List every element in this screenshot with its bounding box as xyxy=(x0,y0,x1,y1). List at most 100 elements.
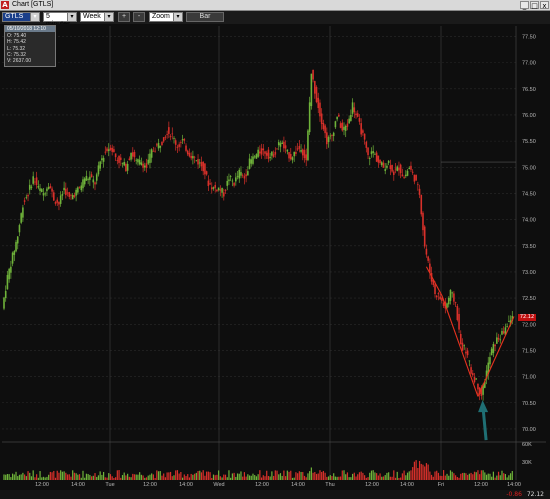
candle-body xyxy=(61,194,64,196)
volume-bar xyxy=(269,476,271,480)
volume-bar xyxy=(221,477,223,480)
volume-tick-label: 30K xyxy=(522,460,532,466)
volume-bar xyxy=(80,477,82,480)
candle-body xyxy=(77,187,79,193)
candle-body xyxy=(308,102,311,133)
volume-bar xyxy=(42,476,45,480)
chevron-down-icon[interactable]: ▾ xyxy=(30,13,39,21)
volume-bar xyxy=(297,473,299,480)
zoom-in-button[interactable]: + xyxy=(118,12,130,22)
volume-bar xyxy=(384,475,386,480)
volume-bar xyxy=(257,474,259,480)
volume-bar xyxy=(456,477,458,480)
candle-body xyxy=(338,114,340,117)
candle-body xyxy=(264,151,266,154)
candle-body xyxy=(119,157,122,161)
candle-body xyxy=(30,186,33,188)
range-select[interactable]: Week ▾ xyxy=(80,12,114,22)
volume-bar xyxy=(276,470,278,480)
volume-bar xyxy=(309,471,311,480)
volume-bar xyxy=(133,474,136,480)
candle-body xyxy=(87,178,89,180)
volume-bar xyxy=(30,476,33,480)
volume-bar xyxy=(482,470,484,480)
candle-body xyxy=(18,225,21,233)
candle-body xyxy=(219,189,222,191)
volume-bar xyxy=(374,472,376,480)
volume-bar xyxy=(467,474,469,480)
candle-body xyxy=(267,149,270,159)
candle-body xyxy=(106,148,108,152)
minimize-button[interactable]: _ xyxy=(520,1,529,10)
chevron-down-icon[interactable]: ▾ xyxy=(173,13,182,21)
volume-bar xyxy=(89,474,91,480)
volume-bar xyxy=(346,472,349,480)
candle-body xyxy=(6,274,9,290)
volume-bar xyxy=(127,473,129,480)
volume-bar xyxy=(331,476,333,480)
volume-bar xyxy=(101,474,103,480)
candle-body xyxy=(27,195,29,197)
volume-bar xyxy=(314,472,316,480)
volume-bar xyxy=(394,477,397,480)
candle-body xyxy=(35,177,38,186)
candle-body xyxy=(174,140,177,145)
interval-select[interactable]: 5 minutes ▾ xyxy=(43,12,77,28)
candle-body xyxy=(104,151,107,153)
zoom-select[interactable]: Zoom ▾ xyxy=(149,12,183,22)
volume-bar xyxy=(310,467,312,480)
ohlc-info-box: 05/10/2018 12:10 O: 75.40 H: 75.42 L: 75… xyxy=(4,25,56,67)
candle-body xyxy=(82,179,84,189)
candle-body xyxy=(405,174,407,177)
candle-body xyxy=(401,174,404,177)
volume-bar xyxy=(442,470,445,480)
volume-bar xyxy=(5,474,7,480)
volume-bar xyxy=(267,476,270,480)
y-tick-label: 75.00 xyxy=(522,165,536,171)
zoom-out-button[interactable]: - xyxy=(133,12,145,22)
candle-body xyxy=(238,169,241,179)
candle-body xyxy=(44,193,47,195)
candle-body xyxy=(83,178,86,185)
candle-body xyxy=(171,133,174,135)
candle-body xyxy=(131,152,134,157)
volume-bar xyxy=(334,476,337,480)
candle-body xyxy=(389,165,392,170)
y-tick-label: 74.50 xyxy=(522,191,536,197)
chevron-down-icon[interactable]: ▾ xyxy=(67,13,76,21)
candle-body xyxy=(231,180,234,182)
close-button[interactable]: x xyxy=(540,1,549,10)
candle-body xyxy=(250,159,253,164)
candle-body xyxy=(236,175,239,177)
volume-bar xyxy=(473,471,476,480)
volume-bar xyxy=(255,476,258,480)
y-tick-label: 71.50 xyxy=(522,348,536,354)
symbol-input[interactable]: GTLS ▾ xyxy=(2,12,40,22)
volume-bar xyxy=(266,470,268,480)
volume-bar xyxy=(61,471,63,480)
candle-body xyxy=(126,163,129,171)
candle-body xyxy=(217,187,220,191)
candle-body xyxy=(99,161,101,169)
volume-bar xyxy=(439,475,441,480)
candle-body xyxy=(387,160,390,163)
candle-body xyxy=(358,118,361,122)
maximize-button[interactable]: □ xyxy=(530,1,539,10)
volume-bar xyxy=(132,473,134,480)
volume-bar xyxy=(444,475,446,480)
chevron-down-icon[interactable]: ▾ xyxy=(104,13,113,21)
volume-bar xyxy=(224,474,227,480)
candle-body xyxy=(183,138,186,141)
volume-bar xyxy=(501,470,503,480)
y-tick-label: 76.00 xyxy=(522,113,536,119)
candle-body xyxy=(497,337,500,340)
bar-type-button[interactable]: Bar xyxy=(186,12,224,22)
volume-bar xyxy=(168,472,170,480)
volume-bar xyxy=(78,474,81,480)
candle-body xyxy=(365,141,368,148)
volume-bar xyxy=(181,477,184,480)
price-chart[interactable]: 77.50 77.00 76.50 76.00 75.50 75.00 74.50 74.00… xyxy=(0,24,550,490)
x-tick-label: Fri xyxy=(438,482,444,488)
candle-body xyxy=(95,174,98,181)
volume-bar xyxy=(144,477,146,480)
